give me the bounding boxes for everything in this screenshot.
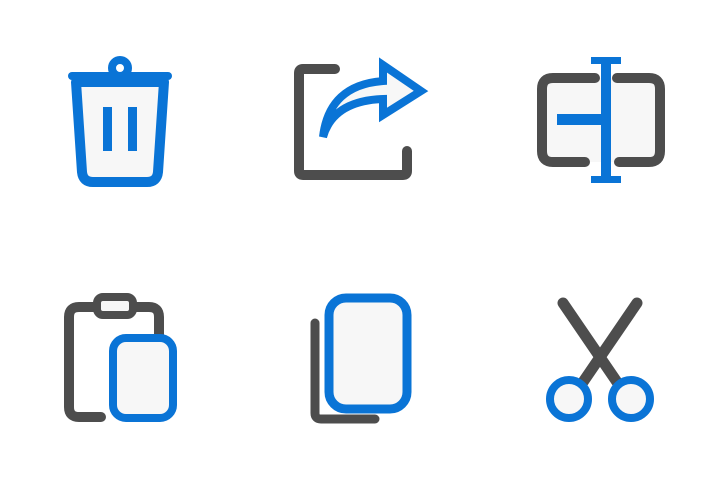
- trash-icon-graphic: [68, 56, 172, 187]
- cut-icon[interactable]: [525, 285, 675, 435]
- copy-icon-graphic: [310, 293, 412, 424]
- paste-icon-graphic: [64, 293, 177, 422]
- rename-icon[interactable]: [525, 45, 675, 195]
- share-icon[interactable]: [285, 45, 435, 195]
- rename-icon-graphic: [537, 57, 665, 183]
- trash-icon[interactable]: [45, 45, 195, 195]
- paste-icon[interactable]: [45, 285, 195, 435]
- cut-icon-graphic: [546, 297, 654, 422]
- share-icon-graphic: [294, 57, 429, 180]
- icon-grid: [0, 0, 720, 480]
- copy-icon[interactable]: [285, 285, 435, 435]
